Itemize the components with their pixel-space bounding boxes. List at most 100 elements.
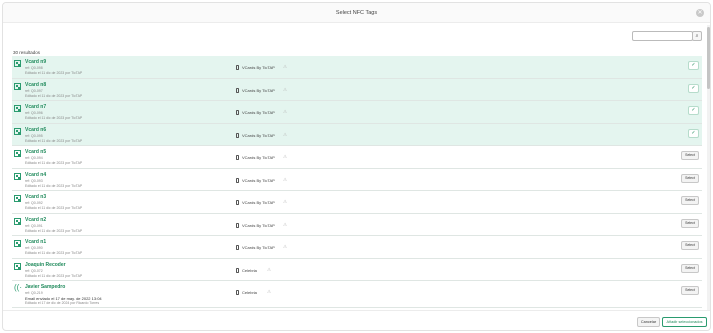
modal-header: Select NFC Tags ✕	[3, 3, 710, 23]
warning-icon: ⚠	[283, 244, 288, 249]
item-edited-date: Editado el 11 dic de 2023 por TicTAP	[25, 138, 83, 143]
phone-icon	[236, 155, 239, 160]
list-item[interactable]: Vcard n1 ref: Q0-090 Editado el 11 dic de …	[12, 236, 702, 259]
item-name[interactable]: Vcard n5	[25, 149, 46, 155]
list-item[interactable]: Vcard n7 ref: Q0-096 Editado el 11 dic de …	[12, 101, 702, 124]
select-nfc-tags-modal: Select NFC Tags ✕ ⌕ 30 resultados Vcard …	[2, 2, 711, 331]
item-product: VCards By TicTAP	[242, 132, 275, 138]
qr-icon	[14, 262, 21, 270]
phone-icon	[236, 132, 239, 138]
item-edited-date: Editado el 11 dic de 2023 por TicTAP	[25, 116, 83, 120]
cancel-button[interactable]: Cancelar	[637, 317, 660, 327]
select-button[interactable]: Select	[681, 173, 699, 183]
modal-footer: Cancelar Añadir seleccionados	[3, 310, 710, 332]
qr-icon	[14, 195, 21, 202]
qr-icon	[14, 127, 21, 135]
item-ref: ref: Q0-219	[25, 291, 43, 295]
list-item[interactable]: Vcard n2 ref: Q0-091 Editado el 11 dic de …	[12, 213, 702, 236]
list-item[interactable]: Vcard n8 ref: Q0-097 Editado el 11 dic de …	[12, 78, 702, 101]
list-item[interactable]: ((· Javier Sampedro ref: Q0-219 Email envia…	[12, 281, 702, 308]
select-button[interactable]: Select	[681, 218, 699, 228]
item-product: VCards By TicTAP	[242, 65, 275, 70]
warning-icon: ⚠	[283, 176, 288, 182]
item-product: Celebria	[242, 290, 257, 295]
phone-icon	[236, 65, 239, 70]
qr-icon	[14, 240, 21, 247]
list-item[interactable]: Joaquin Recoder ref: Q0-072 Editado el 11 …	[12, 258, 702, 281]
warning-icon: ⚠	[283, 154, 288, 159]
phone-icon	[236, 290, 239, 295]
item-product: VCards By TicTAP	[242, 110, 275, 115]
select-button[interactable]: Select	[681, 286, 699, 295]
item-name[interactable]: Vcard n6	[25, 127, 46, 133]
warning-icon: ⚠	[283, 199, 288, 204]
warning-icon: ⚠	[283, 109, 288, 114]
item-edited-date: Editado el 11 dic de 2023 por TicTAP	[25, 206, 83, 210]
selected-check-button[interactable]: ✓	[688, 128, 699, 138]
item-edited-date: Editado el 11 dic de 2023 por TicTAP	[25, 228, 83, 233]
list-item[interactable]: Vcard n3 ref: Q0-092 Editado el 11 dic de …	[12, 191, 702, 214]
item-name[interactable]: Joaquin Recoder	[25, 262, 66, 268]
item-product: Celebria	[242, 267, 257, 273]
item-name[interactable]: Vcard n7	[25, 104, 46, 110]
item-edited-date: Editado el 11 dic de 2023 por TicTAP	[25, 161, 83, 165]
phone-icon	[236, 87, 239, 93]
item-product: VCards By TicTAP	[242, 87, 275, 93]
search-input[interactable]	[632, 31, 693, 41]
select-button[interactable]: Select	[681, 263, 699, 273]
item-name[interactable]: Vcard n8	[25, 82, 46, 88]
list-item[interactable]: Vcard n6 ref: Q0-095 Editado el 11 dic de …	[12, 123, 702, 146]
item-ref: ref: Q0-092	[25, 201, 43, 205]
item-name[interactable]: Vcard n3	[25, 194, 46, 200]
item-name[interactable]: Javier Sampedro	[25, 284, 65, 290]
item-edited-date: Editado el 11 dic de 2023 por TicTAP	[25, 251, 83, 255]
item-ref: ref: Q0-097	[25, 88, 43, 93]
select-button[interactable]: Select	[681, 151, 699, 160]
add-selected-button[interactable]: Añadir seleccionados	[662, 317, 707, 327]
item-ref: ref: Q0-090	[25, 246, 43, 250]
select-button[interactable]: Select	[681, 241, 699, 250]
item-ref: ref: Q0-095	[25, 133, 43, 138]
phone-icon	[236, 245, 239, 250]
selected-check-button[interactable]: ✓	[688, 106, 699, 115]
item-product: VCards By TicTAP	[242, 155, 275, 160]
item-ref: ref: Q0-096	[25, 111, 43, 115]
item-ref: ref: Q0-091	[25, 223, 43, 228]
item-name[interactable]: Vcard n1	[25, 239, 46, 245]
item-edited-date: Editado el 17 de dic de 2024 por Ricardo…	[25, 301, 100, 305]
item-name[interactable]: Vcard n2	[25, 217, 46, 223]
warning-icon: ⚠	[283, 131, 288, 137]
item-ref: ref: Q0-093	[25, 178, 43, 183]
search-icon[interactable]: ⌕	[692, 31, 702, 41]
item-ref: ref: Q0-094	[25, 156, 43, 160]
select-button[interactable]: Select	[681, 196, 699, 205]
qr-icon	[14, 60, 21, 67]
item-name[interactable]: Vcard n9	[25, 59, 46, 65]
close-icon[interactable]: ✕	[696, 9, 704, 17]
modal-title: Select NFC Tags	[335, 10, 378, 16]
selected-check-button[interactable]: ✓	[688, 61, 699, 70]
warning-icon: ⚠	[283, 64, 288, 69]
selected-check-button[interactable]: ✓	[688, 83, 699, 93]
results-count: 30 resultados	[13, 50, 41, 55]
list-item[interactable]: Vcard n5 ref: Q0-094 Editado el 11 dic de …	[12, 146, 702, 169]
qr-icon	[14, 150, 21, 157]
item-edited-date: Editado el 11 dic de 2023 por TicTAP	[25, 273, 83, 278]
qr-icon	[14, 82, 21, 90]
list-item[interactable]: Vcard n4 ref: Q0-093 Editado el 11 dic de …	[12, 168, 702, 191]
list-item[interactable]: Vcard n9 ref: Q0-098 Editado el 11 dic de …	[12, 56, 702, 79]
phone-icon	[236, 222, 239, 228]
item-name[interactable]: Vcard n4	[25, 172, 46, 178]
qr-icon	[14, 217, 21, 225]
scrollbar-thumb[interactable]	[707, 27, 710, 89]
nfc-icon: ((·	[14, 283, 22, 292]
phone-icon	[236, 177, 239, 183]
warning-icon: ⚠	[267, 289, 272, 294]
qr-icon	[14, 172, 21, 180]
phone-icon	[236, 267, 239, 273]
item-product: VCards By TicTAP	[242, 200, 275, 205]
item-edited-date: Editado el 11 dic de 2023 por TicTAP	[25, 93, 83, 98]
item-product: VCards By TicTAP	[242, 177, 275, 183]
phone-icon	[236, 200, 239, 205]
warning-icon: ⚠	[283, 86, 288, 92]
